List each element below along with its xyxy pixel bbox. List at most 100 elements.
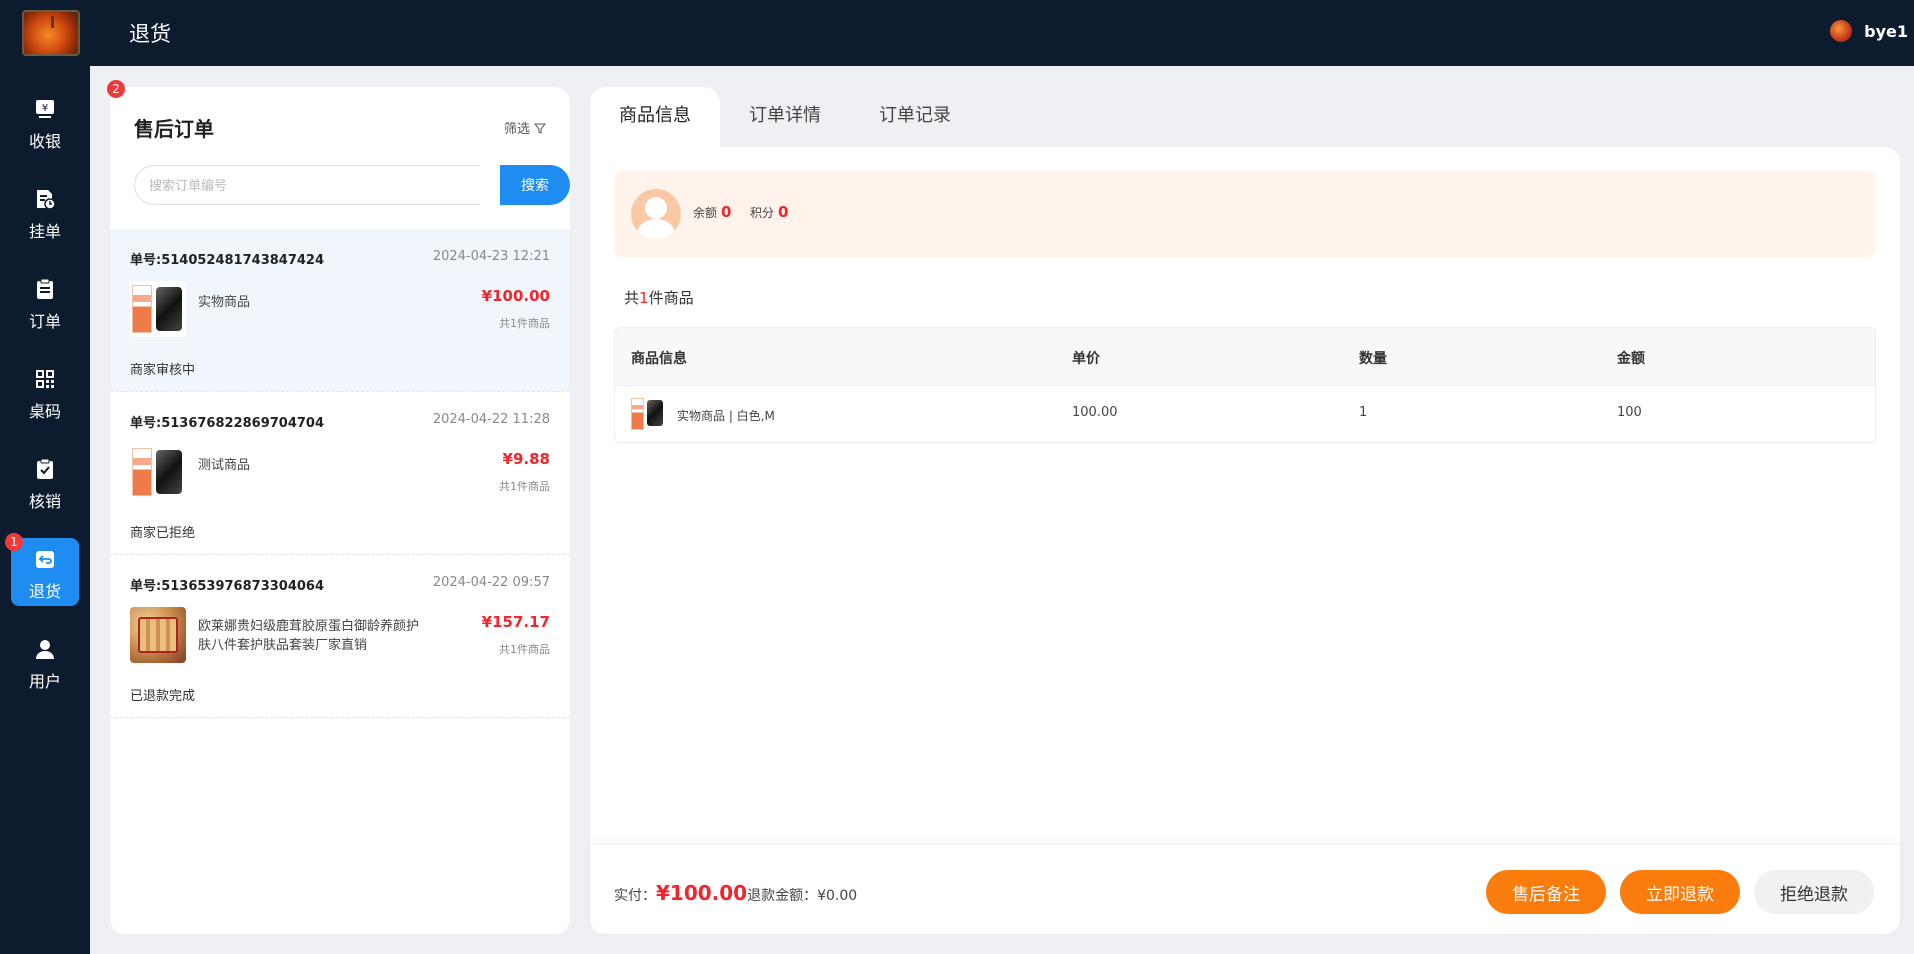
- amount: 100: [1617, 405, 1642, 420]
- member-card: 余额 0 积分 0: [614, 171, 1876, 257]
- order-time: 2024-04-22 11:28: [432, 412, 550, 427]
- order-number: 单号:514052481743847424: [130, 253, 325, 268]
- order-status: 已退款完成: [130, 689, 196, 704]
- goods-count: 共1件商品: [499, 317, 550, 330]
- table-header: 商品信息 单价 数量 金额: [615, 328, 1875, 386]
- search-input[interactable]: [134, 165, 480, 205]
- points-value: 0: [778, 203, 789, 221]
- member-avatar: [631, 189, 681, 239]
- search-button[interactable]: 搜索: [500, 165, 570, 205]
- column-quantity: 数量: [1359, 351, 1387, 367]
- username[interactable]: bye1: [1864, 22, 1908, 41]
- order-list-icon: [37, 278, 53, 299]
- detail-tabs: 商品信息 订单详情 订单记录: [590, 87, 1900, 147]
- sidebar-item-label: 订单: [28, 312, 61, 331]
- reject-refund-button[interactable]: 拒绝退款: [1754, 870, 1874, 914]
- action-footer: 实付：¥100.00退款金额：¥0.00 售后备注 立即退款 拒绝退款: [590, 844, 1900, 934]
- order-search: 搜索: [134, 165, 570, 205]
- column-unit-price: 单价: [1072, 351, 1100, 367]
- column-amount: 金额: [1617, 351, 1645, 367]
- order-card[interactable]: 单号:513653976873304064 2024-04-22 09:57 欧…: [110, 555, 570, 718]
- order-price: ¥9.88: [502, 450, 550, 468]
- sidebar-item-returns[interactable]: 1 退货: [5, 533, 79, 606]
- table-row: 实物商品 | 白色,M 100.00 1 100: [615, 386, 1875, 442]
- sidebar-item-label: 收银: [28, 132, 61, 151]
- balance-value: 0: [721, 203, 732, 221]
- filter-label: 筛选: [503, 122, 530, 137]
- order-status: 商家审核中: [130, 363, 196, 378]
- notification-badge: 1: [5, 533, 23, 551]
- user-icon: [36, 640, 54, 659]
- product-thumbnail: [130, 444, 186, 500]
- detail-body: 余额 0 积分 0 共1件商品 商品信息 单价 数量 金额 实物商品 | 白色,M …: [590, 147, 1900, 934]
- balance-label: 余额: [693, 206, 718, 220]
- verify-clipboard-icon: [37, 458, 53, 479]
- sidebar-item-label: 用户: [28, 672, 61, 691]
- goods-total: 共1件商品: [624, 287, 694, 308]
- refund-now-button[interactable]: 立即退款: [1620, 870, 1740, 914]
- points-label: 积分: [750, 206, 775, 220]
- member-points: 积分 0: [750, 203, 788, 221]
- member-balance: 余额 0: [693, 203, 731, 221]
- sidebar-item-orders[interactable]: 订单: [11, 268, 79, 336]
- orders-title: 售后订单: [134, 117, 214, 141]
- goods-name: 实物商品: [198, 295, 251, 310]
- order-status: 商家已拒绝: [130, 526, 196, 541]
- payment-summary: 实付：¥100.00退款金额：¥0.00: [614, 881, 857, 905]
- sidebar-item-label: 退货: [28, 582, 61, 601]
- orders-count-badge: 2: [107, 80, 125, 98]
- paid-label: 实付：: [614, 888, 656, 904]
- goods-total-number: 1: [639, 289, 649, 307]
- filter-icon: [534, 123, 546, 134]
- tab-goods-info[interactable]: 商品信息: [590, 87, 720, 147]
- svg-text:¥: ¥: [42, 103, 48, 114]
- order-detail-panel: 商品信息 订单详情 订单记录 余额 0 积分 0 共1件商品 商品信息 单价 数量 …: [590, 87, 1900, 934]
- order-price: ¥157.17: [481, 613, 550, 631]
- order-card[interactable]: 单号:514052481743847424 2024-04-23 12:21 实…: [110, 229, 570, 392]
- column-goods-info: 商品信息: [631, 351, 687, 367]
- order-time: 2024-04-23 12:21: [432, 249, 550, 264]
- sidebar-item-label: 挂单: [28, 222, 61, 241]
- tab-order-detail[interactable]: 订单详情: [720, 87, 850, 147]
- goods-count: 共1件商品: [499, 480, 550, 493]
- sidebar-nav: ¥ 收银 挂单 订单 桌码 核销 1 退货 用户: [0, 66, 90, 954]
- goods-name: 测试商品: [198, 458, 251, 473]
- store-logo[interactable]: [22, 10, 80, 56]
- unit-price: 100.00: [1072, 405, 1118, 420]
- qr-code-icon: [36, 370, 54, 388]
- product-thumbnail: [130, 281, 186, 337]
- filter-button[interactable]: 筛选: [504, 118, 546, 137]
- sidebar-item-cashier[interactable]: ¥ 收银: [11, 88, 79, 156]
- goods-count: 共1件商品: [499, 643, 550, 656]
- order-time: 2024-04-22 09:57: [432, 575, 550, 590]
- goods-table: 商品信息 单价 数量 金额 实物商品 | 白色,M 100.00 1 100: [614, 327, 1876, 443]
- top-bar: 退货 bye1: [0, 0, 1914, 66]
- goods-total-prefix: 共: [624, 289, 640, 307]
- tab-order-log[interactable]: 订单记录: [850, 87, 980, 147]
- user-avatar[interactable]: [1830, 20, 1853, 42]
- goods-total-suffix: 件商品: [648, 289, 694, 307]
- sidebar-item-label: 桌码: [28, 402, 61, 421]
- paid-amount: ¥100.00: [656, 881, 748, 905]
- sidebar-item-label: 核销: [28, 492, 61, 511]
- goods-name: 欧莱娜贵妇级鹿茸胶原蛋白御龄养颜护肤八件套护肤品套装厂家直销: [198, 619, 420, 653]
- product-thumbnail: [130, 607, 186, 663]
- order-card[interactable]: 单号:513676822869704704 2024-04-22 11:28 测…: [110, 392, 570, 555]
- sidebar-item-pending[interactable]: 挂单: [11, 178, 79, 246]
- order-number: 单号:513676822869704704: [130, 416, 325, 431]
- quantity: 1: [1359, 405, 1368, 420]
- sidebar-item-verify[interactable]: 核销: [11, 448, 79, 516]
- sidebar-item-users[interactable]: 用户: [11, 628, 79, 696]
- goods-spec: 实物商品 | 白色,M: [677, 409, 775, 423]
- after-sale-note-button[interactable]: 售后备注: [1486, 870, 1606, 914]
- refund-label: 退款金额：: [747, 888, 818, 904]
- cashier-icon: ¥: [36, 100, 54, 118]
- sidebar-item-table-code[interactable]: 桌码: [11, 358, 79, 426]
- product-thumbnail: [631, 396, 665, 430]
- page-title: 退货: [129, 22, 171, 46]
- after-sale-orders-panel: 2 售后订单 筛选 搜索 单号:514052481743847424 2024-…: [107, 80, 570, 934]
- user-menu[interactable]: bye1: [1830, 20, 1908, 42]
- pending-order-icon: [37, 190, 56, 210]
- order-price: ¥100.00: [481, 287, 550, 305]
- return-icon: [36, 551, 54, 568]
